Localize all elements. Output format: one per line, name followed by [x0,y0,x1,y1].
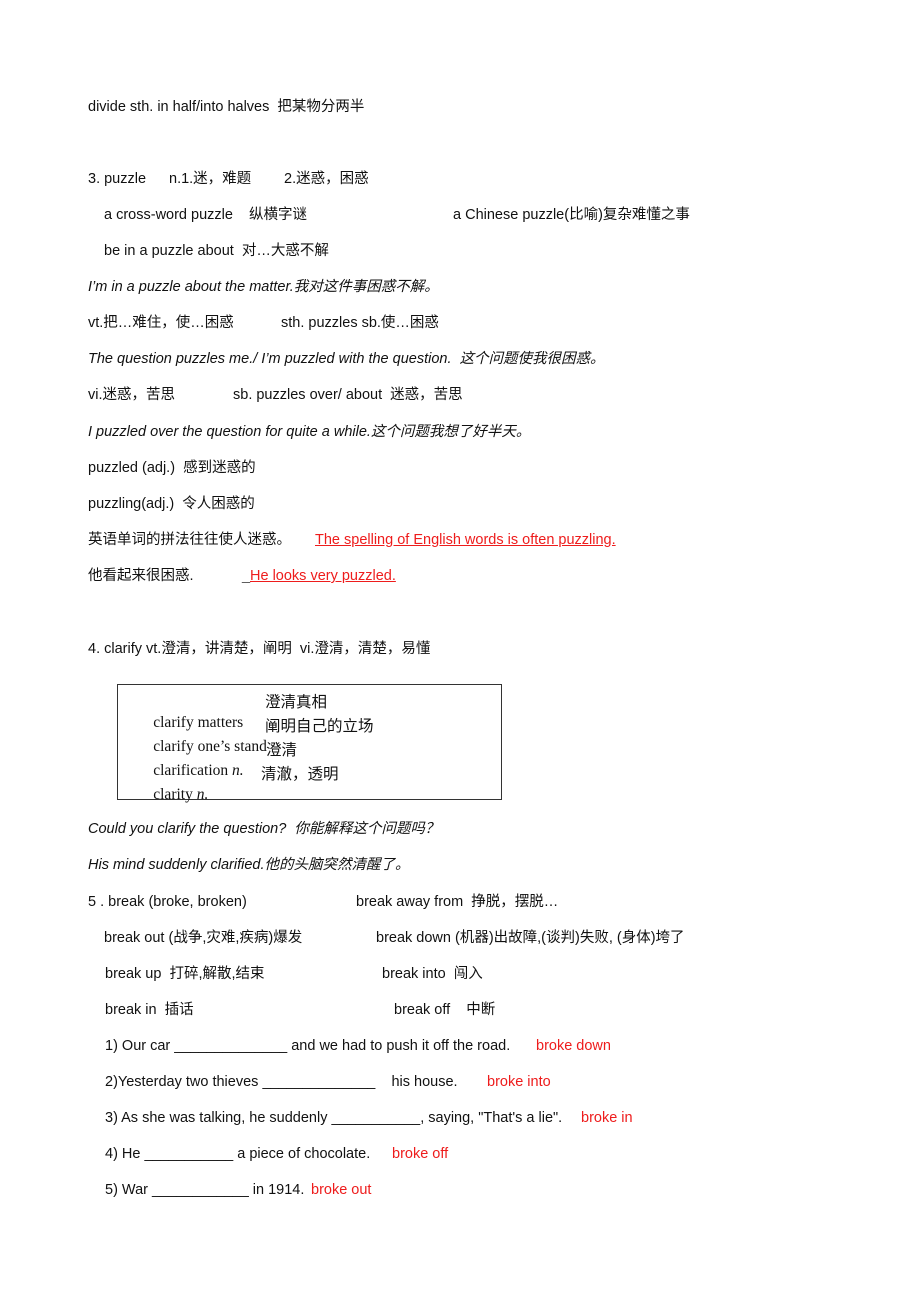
exercise-answer: broke down [536,1038,611,1054]
exercise-question: 5) War ____________ in 1914. [105,1182,305,1198]
puzzle-vi-usage: sb. puzzles over/ about 迷惑，苦思 [233,387,463,403]
break-in: break in 插话 [105,1002,194,1018]
exercise-question: 4) He ___________ a piece of chocolate. [105,1146,371,1162]
box-phrase-cn: 澄清 [266,742,298,759]
example-sentence: Could you clarify the question? 你能解释这个问题… [88,821,440,837]
puzzle-noun-meaning-2: 2.迷惑，困惑 [284,171,369,187]
translation-2-blank: _ [242,568,251,584]
exercise-answer: broke out [311,1182,372,1198]
crossword-phrase: a cross-word puzzle 纵横字谜 [104,207,308,223]
puzzling-adj: puzzling(adj.) 令人困惑的 [88,496,255,512]
break-up: break up 打碎,解散,结束 [105,966,265,982]
break-off: break off 中断 [394,1002,496,1018]
break-down: break down (机器)出故障,(谈判)失败, (身体)垮了 [376,930,685,946]
puzzled-adj: puzzled (adj.) 感到迷惑的 [88,460,256,476]
exercise-question: 3) As she was talking, he suddenly _____… [105,1110,563,1126]
clarify-heading: 4. clarify vt.澄清，讲清楚，阐明 vi.澄清，清楚，易懂 [88,641,431,657]
clarify-phrase-box: clarify matters 澄清真相 clarify one’s stand… [117,684,502,803]
exercise-answer: broke into [487,1074,551,1090]
divide-phrase: divide sth. in half/into halves 把某物分两半 [88,99,365,115]
translation-2-chinese: 他看起来很困惑. [88,568,194,584]
exercise-question: 1) Our car ______________ and we had to … [105,1038,511,1054]
box-part-of-speech: n. [232,762,244,779]
puzzle-heading: 3. puzzle [88,171,147,187]
example-sentence: I’m in a puzzle about the matter.我对这件事困惑… [88,279,439,295]
example-sentence: I puzzled over the question for quite a … [88,424,531,440]
exercise-answer: broke in [581,1110,633,1126]
puzzle-noun-meaning-1: n.1.迷，难题 [169,171,252,187]
box-part-of-speech: n. [196,786,209,803]
translation-1-chinese: 英语单词的拼法往往使人迷惑。 [88,532,291,548]
example-sentence: His mind suddenly clarified.他的头脑突然清醒了。 [88,857,410,873]
box-phrase-cn: 澄清真相 [265,694,328,711]
chinese-puzzle-phrase: a Chinese puzzle(比喻)复杂难懂之事 [453,207,690,223]
break-away-from: break away from 挣脱，摆脱… [356,894,559,910]
puzzle-vi-meaning: vi.迷惑，苦思 [88,387,175,403]
puzzle-vt-meaning: vt.把…难住，使…困惑 [88,315,234,331]
puzzle-vt-usage: sth. puzzles sb.使…困惑 [281,315,439,331]
be-in-puzzle-phrase: be in a puzzle about 对…大惑不解 [104,243,329,259]
break-out: break out (战争,灾难,疾病)爆发 [104,930,303,946]
example-sentence: The question puzzles me./ I’m puzzled wi… [88,351,605,367]
box-phrase-cn: 阐明自己的立场 [265,718,374,735]
exercise-question: 2)Yesterday two thieves ______________ h… [105,1074,458,1090]
box-phrase-cn: 清澈，透明 [261,766,339,783]
break-into: break into 闯入 [382,966,483,982]
break-heading: 5 . break (broke, broken) [88,894,247,910]
translation-1-answer: The spelling of English words is often p… [315,532,616,548]
exercise-answer: broke off [392,1146,449,1162]
translation-2-answer: He looks very puzzled. [250,568,396,584]
box-phrase-en: clarity [153,786,197,803]
